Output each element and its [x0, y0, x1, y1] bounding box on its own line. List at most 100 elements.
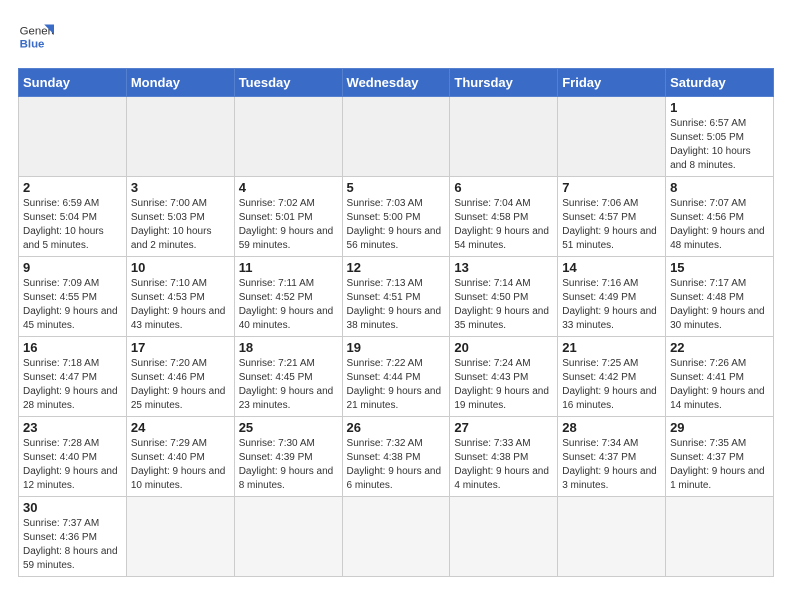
calendar-cell — [558, 97, 666, 177]
calendar-cell: 21 Sunrise: 7:25 AM Sunset: 4:42 PM Dayli… — [558, 337, 666, 417]
calendar-cell — [558, 497, 666, 577]
day-number: 17 — [131, 340, 230, 355]
day-number: 21 — [562, 340, 661, 355]
calendar-cell: 6 Sunrise: 7:04 AM Sunset: 4:58 PM Daylig… — [450, 177, 558, 257]
day-number: 26 — [347, 420, 446, 435]
weekday-header-sunday: Sunday — [19, 69, 127, 97]
day-info: Sunrise: 7:32 AM Sunset: 4:38 PM Dayligh… — [347, 437, 446, 493]
calendar-cell: 9 Sunrise: 7:09 AM Sunset: 4:55 PM Daylig… — [19, 257, 127, 337]
calendar-cell: 20 Sunrise: 7:24 AM Sunset: 4:43 PM Dayli… — [450, 337, 558, 417]
day-number: 28 — [562, 420, 661, 435]
calendar-cell — [19, 97, 127, 177]
calendar-cell: 13Sunrise: 7:14 AM Sunset: 4:50 PM Dayli… — [450, 257, 558, 337]
day-info: Sunrise: 7:11 AM Sunset: 4:52 PM Dayligh… — [239, 277, 338, 333]
calendar-cell — [234, 97, 342, 177]
calendar-cell: 25 Sunrise: 7:30 AM Sunset: 4:39 PM Dayli… — [234, 417, 342, 497]
calendar-cell: 7 Sunrise: 7:06 AM Sunset: 4:57 PM Daylig… — [558, 177, 666, 257]
week-row-4: 16Sunrise: 7:18 AM Sunset: 4:47 PM Dayli… — [19, 337, 774, 417]
day-number: 16 — [23, 340, 122, 355]
week-row-1: 1 Sunrise: 6:57 AM Sunset: 5:05 PM Daylig… — [19, 97, 774, 177]
day-number: 5 — [347, 180, 446, 195]
day-info: Sunrise: 7:09 AM Sunset: 4:55 PM Dayligh… — [23, 277, 122, 333]
calendar-cell: 11 Sunrise: 7:11 AM Sunset: 4:52 PM Dayli… — [234, 257, 342, 337]
weekday-header-friday: Friday — [558, 69, 666, 97]
day-number: 12 — [347, 260, 446, 275]
day-number: 20 — [454, 340, 553, 355]
calendar-cell: 24 Sunrise: 7:29 AM Sunset: 4:40 PM Dayli… — [126, 417, 234, 497]
calendar-cell: 29Sunrise: 7:35 AM Sunset: 4:37 PM Dayli… — [666, 417, 774, 497]
weekday-header-tuesday: Tuesday — [234, 69, 342, 97]
day-number: 9 — [23, 260, 122, 275]
calendar-cell: 4Sunrise: 7:02 AM Sunset: 5:01 PM Daylig… — [234, 177, 342, 257]
day-info: Sunrise: 7:06 AM Sunset: 4:57 PM Dayligh… — [562, 197, 661, 253]
day-info: Sunrise: 7:21 AM Sunset: 4:45 PM Dayligh… — [239, 357, 338, 413]
calendar-cell — [666, 497, 774, 577]
calendar-cell: 3Sunrise: 7:00 AM Sunset: 5:03 PM Daylig… — [126, 177, 234, 257]
weekday-header-saturday: Saturday — [666, 69, 774, 97]
calendar-cell: 22Sunrise: 7:26 AM Sunset: 4:41 PM Dayli… — [666, 337, 774, 417]
day-number: 1 — [670, 100, 769, 115]
weekday-header-wednesday: Wednesday — [342, 69, 450, 97]
calendar-cell: 30 Sunrise: 7:37 AM Sunset: 4:36 PM Dayli… — [19, 497, 127, 577]
weekday-header-row: SundayMondayTuesdayWednesdayThursdayFrid… — [19, 69, 774, 97]
calendar-cell: 5 Sunrise: 7:03 AM Sunset: 5:00 PM Daylig… — [342, 177, 450, 257]
day-info: Sunrise: 7:03 AM Sunset: 5:00 PM Dayligh… — [347, 197, 446, 253]
calendar-cell: 18 Sunrise: 7:21 AM Sunset: 4:45 PM Dayli… — [234, 337, 342, 417]
calendar-cell — [126, 97, 234, 177]
day-info: Sunrise: 7:13 AM Sunset: 4:51 PM Dayligh… — [347, 277, 446, 333]
day-info: Sunrise: 7:22 AM Sunset: 4:44 PM Dayligh… — [347, 357, 446, 413]
day-info: Sunrise: 7:20 AM Sunset: 4:46 PM Dayligh… — [131, 357, 230, 413]
day-number: 29 — [670, 420, 769, 435]
day-info: Sunrise: 7:25 AM Sunset: 4:42 PM Dayligh… — [562, 357, 661, 413]
calendar-cell — [342, 97, 450, 177]
day-info: Sunrise: 7:33 AM Sunset: 4:38 PM Dayligh… — [454, 437, 553, 493]
day-number: 27 — [454, 420, 553, 435]
calendar-cell: 16Sunrise: 7:18 AM Sunset: 4:47 PM Dayli… — [19, 337, 127, 417]
calendar-cell: 23Sunrise: 7:28 AM Sunset: 4:40 PM Dayli… — [19, 417, 127, 497]
calendar-cell: 19Sunrise: 7:22 AM Sunset: 4:44 PM Dayli… — [342, 337, 450, 417]
calendar-cell — [126, 497, 234, 577]
week-row-2: 2Sunrise: 6:59 AM Sunset: 5:04 PM Daylig… — [19, 177, 774, 257]
calendar-cell: 14Sunrise: 7:16 AM Sunset: 4:49 PM Dayli… — [558, 257, 666, 337]
week-row-5: 23Sunrise: 7:28 AM Sunset: 4:40 PM Dayli… — [19, 417, 774, 497]
day-info: Sunrise: 7:17 AM Sunset: 4:48 PM Dayligh… — [670, 277, 769, 333]
calendar-table: SundayMondayTuesdayWednesdayThursdayFrid… — [18, 68, 774, 577]
day-number: 24 — [131, 420, 230, 435]
day-info: Sunrise: 7:29 AM Sunset: 4:40 PM Dayligh… — [131, 437, 230, 493]
day-info: Sunrise: 7:30 AM Sunset: 4:39 PM Dayligh… — [239, 437, 338, 493]
day-info: Sunrise: 7:37 AM Sunset: 4:36 PM Dayligh… — [23, 517, 122, 573]
day-info: Sunrise: 7:24 AM Sunset: 4:43 PM Dayligh… — [454, 357, 553, 413]
calendar-cell: 28 Sunrise: 7:34 AM Sunset: 4:37 PM Dayli… — [558, 417, 666, 497]
day-info: Sunrise: 7:00 AM Sunset: 5:03 PM Dayligh… — [131, 197, 230, 253]
day-info: Sunrise: 6:57 AM Sunset: 5:05 PM Dayligh… — [670, 117, 769, 173]
calendar-cell: 15 Sunrise: 7:17 AM Sunset: 4:48 PM Dayli… — [666, 257, 774, 337]
header: General Blue — [18, 18, 774, 54]
calendar-cell: 17 Sunrise: 7:20 AM Sunset: 4:46 PM Dayli… — [126, 337, 234, 417]
calendar-cell: 12 Sunrise: 7:13 AM Sunset: 4:51 PM Dayli… — [342, 257, 450, 337]
day-info: Sunrise: 7:10 AM Sunset: 4:53 PM Dayligh… — [131, 277, 230, 333]
day-number: 30 — [23, 500, 122, 515]
day-info: Sunrise: 7:26 AM Sunset: 4:41 PM Dayligh… — [670, 357, 769, 413]
calendar-cell: 26 Sunrise: 7:32 AM Sunset: 4:38 PM Dayli… — [342, 417, 450, 497]
day-info: Sunrise: 7:16 AM Sunset: 4:49 PM Dayligh… — [562, 277, 661, 333]
page: General Blue SundayMondayTuesdayWednesda… — [0, 0, 792, 595]
day-number: 11 — [239, 260, 338, 275]
generalblue-logo-icon: General Blue — [18, 18, 54, 54]
weekday-header-thursday: Thursday — [450, 69, 558, 97]
calendar-cell: 2Sunrise: 6:59 AM Sunset: 5:04 PM Daylig… — [19, 177, 127, 257]
day-number: 18 — [239, 340, 338, 355]
day-info: Sunrise: 7:34 AM Sunset: 4:37 PM Dayligh… — [562, 437, 661, 493]
day-number: 25 — [239, 420, 338, 435]
day-number: 15 — [670, 260, 769, 275]
calendar-cell — [450, 497, 558, 577]
day-number: 6 — [454, 180, 553, 195]
day-number: 8 — [670, 180, 769, 195]
week-row-6: 30 Sunrise: 7:37 AM Sunset: 4:36 PM Dayli… — [19, 497, 774, 577]
calendar-cell — [342, 497, 450, 577]
week-row-3: 9 Sunrise: 7:09 AM Sunset: 4:55 PM Daylig… — [19, 257, 774, 337]
day-number: 4 — [239, 180, 338, 195]
day-info: Sunrise: 7:04 AM Sunset: 4:58 PM Dayligh… — [454, 197, 553, 253]
day-number: 23 — [23, 420, 122, 435]
calendar-cell: 1 Sunrise: 6:57 AM Sunset: 5:05 PM Daylig… — [666, 97, 774, 177]
day-number: 7 — [562, 180, 661, 195]
